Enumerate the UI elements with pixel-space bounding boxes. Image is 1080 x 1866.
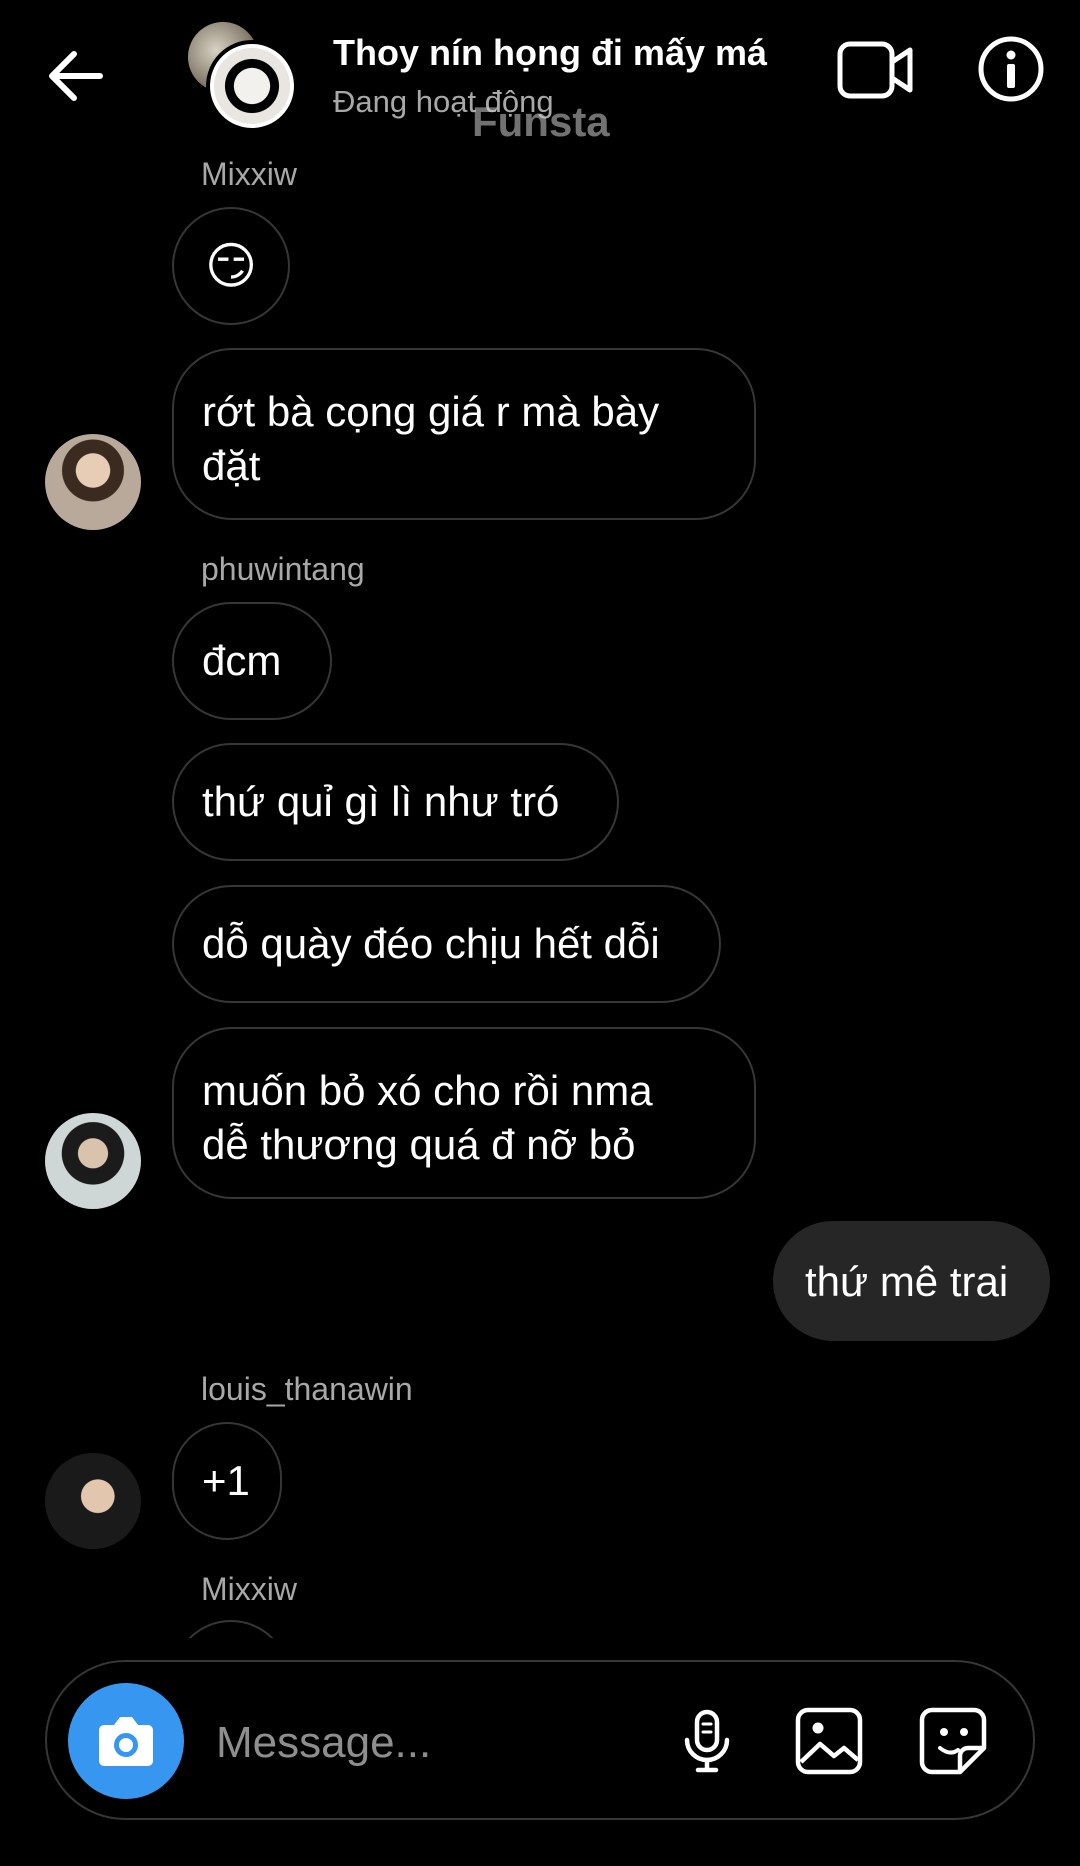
message-bubble[interactable]: dỗ quày đéo chịu hết dỗi (172, 885, 721, 1003)
smirk-emoji: 😏 (204, 238, 258, 294)
message-bubble-partial (172, 1620, 290, 1638)
message-text-line: rớt bà cọng giá r mà bày (202, 388, 660, 435)
message-text-line: muốn bỏ xó cho rồi nma (202, 1067, 653, 1114)
sender-avatar[interactable] (45, 434, 141, 530)
message-bubble[interactable]: 😏 (172, 207, 290, 325)
message-bubble[interactable]: muốn bỏ xó cho rồi nma dễ thương quá đ n… (172, 1027, 756, 1199)
sticker-icon[interactable] (918, 1706, 988, 1776)
group-avatar[interactable] (188, 22, 298, 132)
message-text: dỗ quày đéo chịu hết dỗi (202, 920, 660, 967)
message-bubble[interactable]: đcm (172, 602, 332, 720)
chat-title[interactable]: Thoy nín họng đi mấy má (333, 32, 767, 74)
camera-icon (99, 1717, 153, 1766)
message-bubble[interactable]: rớt bà cọng giá r mà bày đặt (172, 348, 756, 520)
outgoing-message-bubble[interactable]: thứ mê trai (773, 1221, 1050, 1341)
sender-name: phuwintang (201, 551, 365, 587)
info-icon[interactable] (976, 34, 1046, 104)
message-text-line: đặt (202, 442, 261, 489)
gallery-icon[interactable] (794, 1706, 864, 1776)
member-avatar-front (206, 40, 298, 132)
message-input[interactable] (216, 1712, 646, 1774)
sender-name: Mixxiw (201, 156, 297, 192)
message-text: đcm (202, 637, 282, 684)
watermark-text: Funsta (472, 98, 610, 145)
message-text-line: dễ thương quá đ nỡ bỏ (202, 1121, 636, 1168)
camera-button[interactable] (68, 1683, 184, 1799)
message-text: thứ quỉ gì lì như tró (202, 778, 560, 825)
message-text: thứ mê trai (805, 1258, 1009, 1305)
sender-avatar[interactable] (45, 1453, 141, 1549)
sender-name: Mixxiw (201, 1571, 297, 1607)
message-bubble[interactable]: +1 (172, 1422, 282, 1540)
video-call-icon[interactable] (836, 38, 916, 102)
message-bubble[interactable]: thứ quỉ gì lì như tró (172, 743, 619, 861)
back-arrow-icon[interactable] (36, 36, 116, 116)
microphone-icon[interactable] (672, 1706, 742, 1776)
message-text: +1 (202, 1457, 250, 1504)
sender-name: louis_thanawin (201, 1371, 413, 1407)
sender-avatar[interactable] (45, 1113, 141, 1209)
